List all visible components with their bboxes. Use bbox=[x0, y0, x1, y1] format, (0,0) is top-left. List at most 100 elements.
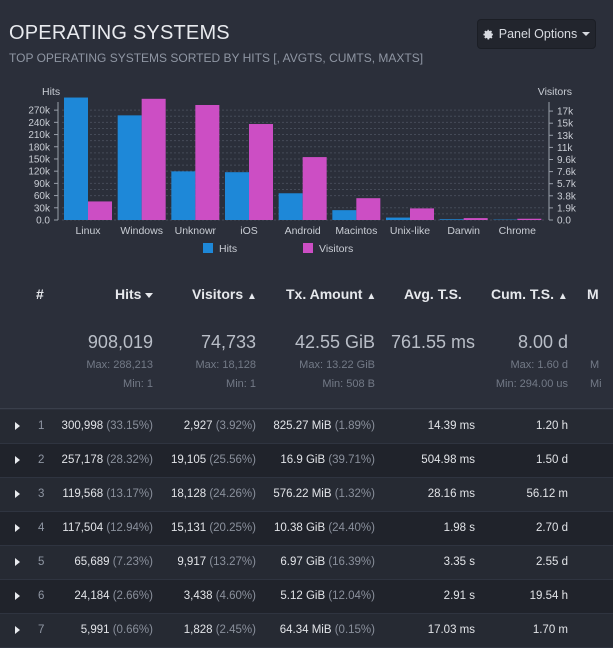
row-cum: 1.50 d bbox=[536, 454, 568, 466]
y-tick-label-right: 15k bbox=[557, 119, 574, 130]
y-tick-label-left: 240k bbox=[28, 118, 51, 129]
hits-total: 908,019 bbox=[88, 332, 153, 353]
y-tick-label-right: 11k bbox=[557, 143, 573, 154]
table-row[interactable]: 4 117,504 (12.94%) 15,131 (20.25%) 10.38… bbox=[0, 512, 613, 546]
table-row[interactable]: 6 24,184 (2.66%) 3,438 (4.60%) 5.12 GiB … bbox=[0, 580, 613, 614]
row-visitors: 15,131 (20.25%) bbox=[171, 522, 256, 534]
row-visitors: 1,828 (2.45%) bbox=[184, 624, 256, 636]
sort-both-icon: ▲︎ bbox=[558, 291, 568, 302]
expand-row-icon[interactable] bbox=[15, 490, 20, 498]
visitors-max: Max: 18,128 bbox=[195, 359, 256, 371]
row-tx: 5.12 GiB (12.04%) bbox=[280, 590, 375, 602]
x-tick-label: Android bbox=[285, 225, 321, 237]
panel-options-button[interactable]: Panel Options bbox=[477, 19, 596, 49]
panel-subtitle: TOP OPERATING SYSTEMS SORTED BY HITS [, … bbox=[9, 51, 423, 65]
row-tx: 16.9 GiB (39.71%) bbox=[280, 454, 375, 466]
visitors-total: 74,733 bbox=[201, 332, 256, 353]
x-tick-label: Macintos bbox=[335, 225, 377, 237]
row-hits: 24,184 (2.66%) bbox=[74, 590, 153, 602]
x-tick-label: Linux bbox=[75, 225, 101, 237]
legend-swatch-visitors bbox=[303, 243, 313, 253]
y-tick-label-left: 270k bbox=[28, 106, 51, 117]
y-axis-left-title: Hits bbox=[42, 86, 60, 98]
row-hits: 119,568 (13.17%) bbox=[62, 488, 153, 500]
bar-hits-1 bbox=[118, 115, 142, 220]
row-visitors: 3,438 (4.60%) bbox=[184, 590, 256, 602]
expand-row-icon[interactable] bbox=[15, 524, 20, 532]
y-tick-label-right: 3.8k bbox=[557, 191, 577, 202]
legend-label-visitors: Visitors bbox=[319, 243, 353, 255]
row-cum: 56.12 m bbox=[526, 488, 568, 500]
row-index: 1 bbox=[38, 420, 44, 432]
row-visitors: 2,927 (3.92%) bbox=[184, 420, 256, 432]
row-tx: 10.38 GiB (24.40%) bbox=[274, 522, 375, 534]
row-hits: 257,178 (28.32%) bbox=[62, 454, 153, 466]
y-tick-label-left: 0.0 bbox=[36, 216, 50, 227]
bar-visitors-3 bbox=[249, 124, 273, 220]
expand-row-icon[interactable] bbox=[15, 422, 20, 430]
legend-swatch-hits bbox=[203, 243, 213, 253]
chart-svg: HitsVisitors0.030k60k90k120k150k180k210k… bbox=[0, 82, 613, 262]
row-index: 6 bbox=[38, 590, 44, 602]
bar-visitors-8 bbox=[517, 219, 541, 220]
x-tick-label: Chrome bbox=[499, 225, 537, 237]
col-index[interactable]: # bbox=[36, 286, 44, 302]
table-summary: 908,019 Max: 288,213 Min: 1 74,733 Max: … bbox=[0, 314, 613, 409]
expand-row-icon[interactable] bbox=[15, 626, 20, 634]
col-cum-ts[interactable]: Cum. T.S. ▲︎ bbox=[491, 286, 568, 302]
panel-header: OPERATING SYSTEMS TOP OPERATING SYSTEMS … bbox=[9, 22, 423, 65]
panel-title: OPERATING SYSTEMS bbox=[9, 22, 423, 45]
row-tx: 576.22 MiB (1.32%) bbox=[273, 488, 375, 500]
bar-hits-7 bbox=[440, 219, 464, 220]
cum-total: 8.00 d bbox=[518, 332, 568, 353]
row-cum: 2.70 d bbox=[536, 522, 568, 534]
hits-min: Min: 1 bbox=[123, 378, 153, 390]
col-tx-amount[interactable]: Tx. Amount ▲︎ bbox=[286, 286, 376, 302]
row-hits: 117,504 (12.94%) bbox=[62, 522, 153, 534]
y-tick-label-right: 17k bbox=[557, 107, 574, 118]
row-avg: 28.16 ms bbox=[428, 488, 475, 500]
col-avg-ts[interactable]: Avg. T.S. bbox=[404, 286, 462, 302]
table-header: # Hits Visitors ▲︎ Tx. Amount ▲︎ Avg. T.… bbox=[0, 276, 613, 312]
expand-row-icon[interactable] bbox=[15, 558, 20, 566]
cum-min: Min: 294.00 us bbox=[496, 378, 568, 390]
row-index: 4 bbox=[38, 522, 44, 534]
row-cum: 19.54 h bbox=[530, 590, 568, 602]
bar-visitors-4 bbox=[303, 157, 327, 220]
bar-hits-5 bbox=[332, 210, 356, 220]
table-row[interactable]: 3 119,568 (13.17%) 18,128 (24.26%) 576.2… bbox=[0, 478, 613, 512]
row-avg: 3.35 s bbox=[444, 556, 475, 568]
expand-row-icon[interactable] bbox=[15, 592, 20, 600]
y-tick-label-left: 90k bbox=[34, 179, 51, 190]
table-row[interactable]: 1 300,998 (33.15%) 2,927 (3.92%) 825.27 … bbox=[0, 410, 613, 444]
table-row[interactable]: 5 65,689 (7.23%) 9,917 (13.27%) 6.97 GiB… bbox=[0, 546, 613, 580]
y-tick-label-right: 13k bbox=[557, 131, 574, 142]
tx-total: 42.55 GiB bbox=[295, 332, 375, 353]
y-tick-label-left: 60k bbox=[34, 191, 51, 202]
bar-visitors-1 bbox=[142, 99, 166, 220]
os-bar-chart: HitsVisitors0.030k60k90k120k150k180k210k… bbox=[0, 82, 613, 262]
row-tx: 64.34 MiB (0.15%) bbox=[280, 624, 375, 636]
expand-row-icon[interactable] bbox=[15, 456, 20, 464]
col-visitors[interactable]: Visitors ▲︎ bbox=[192, 286, 257, 302]
table-row[interactable]: 7 5,991 (0.66%) 1,828 (2.45%) 64.34 MiB … bbox=[0, 614, 613, 648]
row-avg: 504.98 ms bbox=[421, 454, 475, 466]
bar-visitors-7 bbox=[464, 218, 488, 220]
x-tick-label: Darwin bbox=[447, 225, 480, 237]
y-tick-label-right: 1.9k bbox=[557, 203, 577, 214]
avg-total: 761.55 ms bbox=[391, 332, 475, 353]
row-avg: 14.39 ms bbox=[428, 420, 475, 432]
row-hits: 5,991 (0.66%) bbox=[81, 624, 153, 636]
y-tick-label-right: 5.7k bbox=[557, 179, 577, 190]
bar-hits-3 bbox=[225, 172, 249, 220]
row-visitors: 18,128 (24.26%) bbox=[171, 488, 256, 500]
panel-options-label: Panel Options bbox=[499, 27, 578, 41]
col-max-ts[interactable]: M bbox=[587, 286, 599, 302]
table-row[interactable]: 2 257,178 (28.32%) 19,105 (25.56%) 16.9 … bbox=[0, 444, 613, 478]
row-index: 3 bbox=[38, 488, 44, 500]
sort-both-icon: ▲︎ bbox=[366, 291, 376, 302]
row-cum: 1.70 m bbox=[533, 624, 568, 636]
visitors-min: Min: 1 bbox=[226, 378, 256, 390]
col-hits[interactable]: Hits bbox=[115, 286, 153, 302]
x-tick-label: Unix-like bbox=[390, 225, 430, 237]
